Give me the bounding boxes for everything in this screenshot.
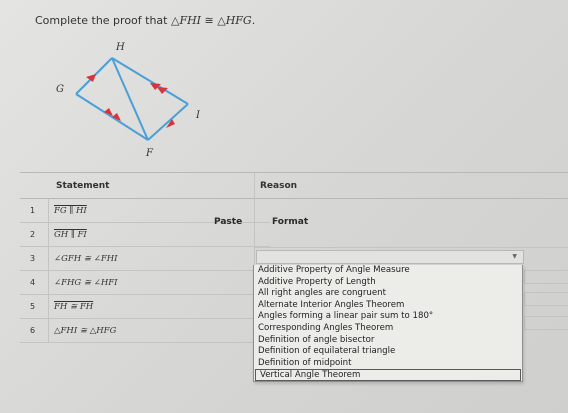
- reason-option-highlighted[interactable]: Vertical Angle Theorem: [255, 369, 521, 382]
- row-statement: FG ∥ HI: [54, 206, 87, 216]
- row-statement: GH ∥ FI: [54, 230, 87, 240]
- reason-cell-side: [524, 270, 568, 284]
- reason-header: Reason: [260, 181, 298, 191]
- proof-row-5: 5 FH ≅ FH: [20, 295, 270, 319]
- reason-option[interactable]: Alternate Interior Angles Theorem: [254, 300, 522, 312]
- figure-lines: [75, 57, 189, 141]
- vertex-label-f: F: [146, 148, 153, 159]
- paste-button[interactable]: Paste: [208, 214, 248, 230]
- reason-option[interactable]: Angles forming a linear pair sum to 180°: [254, 311, 522, 323]
- vertex-label-i: I: [196, 110, 200, 121]
- reason-option[interactable]: Additive Property of Angle Measure: [254, 265, 522, 277]
- reason-option[interactable]: All right angles are congruent: [254, 288, 522, 300]
- problem-prompt: Complete the proof that △FHI ≅ △HFG.: [35, 14, 255, 27]
- reason-cell-side: [524, 292, 568, 306]
- prompt-triangle-2: △HFG: [217, 14, 252, 27]
- prompt-congruent-sign: ≅: [201, 14, 218, 27]
- reason-options-list: Additive Property of Angle Measure Addit…: [253, 265, 523, 383]
- reason-cell-side: [524, 316, 568, 330]
- prompt-text: Complete the proof that: [35, 14, 171, 27]
- reason-option[interactable]: Definition of equilateral triangle: [254, 346, 522, 358]
- reason-dropdown[interactable]: ▼: [256, 250, 524, 264]
- row-statement: ∠FHG ≅ ∠HFI: [54, 278, 118, 288]
- proof-table-header: Statement Reason: [20, 173, 568, 199]
- segment-hi: [111, 57, 189, 105]
- row-number: 4: [30, 278, 36, 287]
- prompt-end: .: [251, 14, 256, 27]
- format-button[interactable]: Format: [266, 214, 314, 230]
- reason-row-divider: [254, 247, 568, 248]
- prompt-triangle-1: △FHI: [171, 14, 202, 27]
- proof-row-4: 4 ∠FHG ≅ ∠HFI: [20, 271, 270, 295]
- parallelogram-figure: H G I F: [50, 36, 230, 166]
- parallelogram-diagram: [75, 57, 189, 141]
- chevron-down-icon[interactable]: ▼: [512, 253, 517, 260]
- statement-header: Statement: [56, 181, 110, 191]
- segment-if: [147, 103, 189, 141]
- reason-option[interactable]: Corresponding Angles Theorem: [254, 323, 522, 335]
- row-number: 3: [30, 254, 36, 263]
- arrow-mark-hg: [86, 74, 96, 82]
- proof-row-3: 3 ∠GFH ≅ ∠FHI: [20, 247, 270, 271]
- reason-option[interactable]: Additive Property of Length: [254, 277, 522, 289]
- proof-row-6: 6 △FHI ≅ △HFG: [20, 319, 270, 343]
- row-number: 5: [30, 302, 36, 311]
- reason-option[interactable]: Definition of midpoint: [254, 358, 522, 370]
- vertex-label-h: H: [116, 42, 125, 53]
- row-number: 2: [30, 230, 36, 239]
- row-statement: FH ≅ FH: [54, 302, 94, 312]
- reason-option[interactable]: Definition of angle bisector: [254, 335, 522, 347]
- row-number: 6: [30, 326, 36, 335]
- row-number: 1: [30, 206, 36, 215]
- row-statement: △FHI ≅ △HFG: [54, 326, 117, 336]
- row-statement: ∠GFH ≅ ∠FHI: [54, 254, 118, 264]
- vertex-label-g: G: [56, 84, 64, 95]
